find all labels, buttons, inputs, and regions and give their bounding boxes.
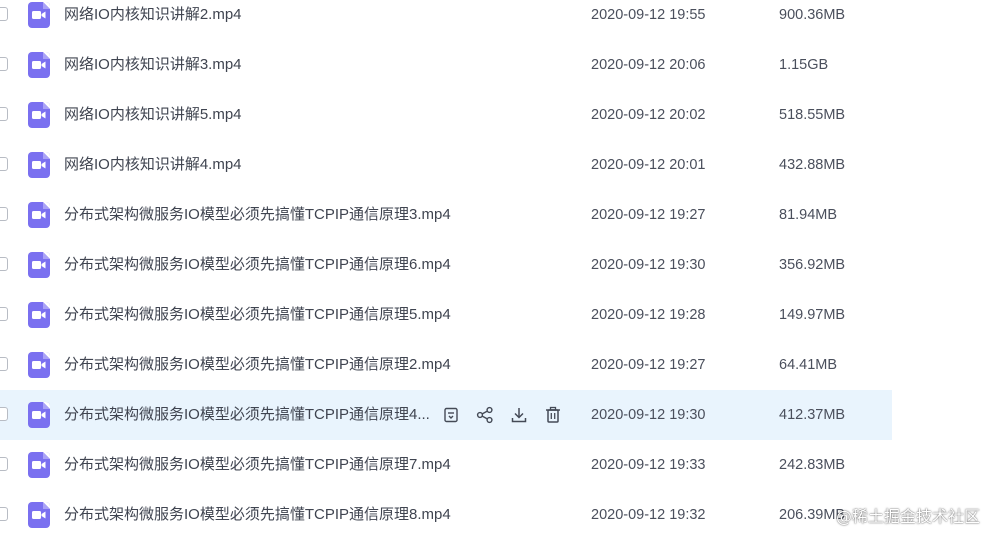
video-file-icon — [28, 202, 50, 228]
modified-time: 2020-09-12 19:32 — [591, 507, 706, 523]
download-icon[interactable] — [509, 405, 529, 425]
file-name[interactable]: 分布式架构微服务IO模型必须先搞懂TCPIP通信原理2.mp4 — [64, 340, 451, 390]
file-row[interactable]: 网络IO内核知识讲解3.mp4 2020-09-12 20:06 1.15GB — [0, 40, 892, 90]
file-row[interactable]: 分布式架构微服务IO模型必须先搞懂TCPIP通信原理5.mp4 2020-09-1… — [0, 290, 892, 340]
file-row[interactable]: 网络IO内核知识讲解2.mp4 2020-09-12 19:55 900.36MB — [0, 0, 892, 40]
video-file-icon — [28, 252, 50, 278]
row-checkbox[interactable] — [0, 7, 8, 21]
file-name[interactable]: 分布式架构微服务IO模型必须先搞懂TCPIP通信原理8.mp4 — [64, 490, 451, 533]
file-name[interactable]: 网络IO内核知识讲解2.mp4 — [64, 0, 242, 40]
file-row[interactable]: 分布式架构微服务IO模型必须先搞懂TCPIP通信原理2.mp4 2020-09-1… — [0, 340, 892, 390]
share-icon[interactable] — [475, 405, 495, 425]
file-size: 149.97MB — [779, 307, 846, 323]
file-size: 356.92MB — [779, 257, 846, 273]
file-name[interactable]: 分布式架构微服务IO模型必须先搞懂TCPIP通信原理6.mp4 — [64, 240, 451, 290]
row-checkbox[interactable] — [0, 507, 8, 521]
file-row[interactable]: 网络IO内核知识讲解4.mp4 2020-09-12 20:01 432.88MB — [0, 140, 892, 190]
file-size: 412.37MB — [779, 407, 846, 423]
file-name[interactable]: 网络IO内核知识讲解5.mp4 — [64, 90, 242, 140]
file-row[interactable]: 分布式架构微服务IO模型必须先搞懂TCPIP通信原理3.mp4 2020-09-1… — [0, 190, 892, 240]
modified-time: 2020-09-12 20:06 — [591, 57, 706, 73]
row-checkbox[interactable] — [0, 257, 8, 271]
modified-time: 2020-09-12 19:33 — [591, 457, 706, 473]
row-checkbox[interactable] — [0, 457, 8, 471]
file-name[interactable]: 分布式架构微服务IO模型必须先搞懂TCPIP通信原理3.mp4 — [64, 190, 451, 240]
row-checkbox[interactable] — [0, 307, 8, 321]
file-row[interactable]: 网络IO内核知识讲解5.mp4 2020-09-12 20:02 518.55MB — [0, 90, 892, 140]
file-row[interactable]: 分布式架构微服务IO模型必须先搞懂TCPIP通信原理8.mp4 2020-09-1… — [0, 490, 892, 533]
row-checkbox[interactable] — [0, 107, 8, 121]
file-size: 81.94MB — [779, 207, 838, 223]
file-name[interactable]: 分布式架构微服务IO模型必须先搞懂TCPIP通信原理4... — [64, 390, 430, 440]
row-checkbox[interactable] — [0, 357, 8, 371]
row-checkbox[interactable] — [0, 57, 8, 71]
file-size: 900.36MB — [779, 7, 846, 23]
file-size: 1.15GB — [779, 57, 829, 73]
video-file-icon — [28, 102, 50, 128]
modified-time: 2020-09-12 20:02 — [591, 107, 706, 123]
video-file-icon — [28, 502, 50, 528]
video-file-icon — [28, 302, 50, 328]
video-file-icon — [28, 402, 50, 428]
file-size: 64.41MB — [779, 357, 838, 373]
modified-time: 2020-09-12 19:30 — [591, 407, 706, 423]
video-file-icon — [28, 352, 50, 378]
file-name[interactable]: 分布式架构微服务IO模型必须先搞懂TCPIP通信原理7.mp4 — [64, 440, 451, 490]
file-size: 432.88MB — [779, 157, 846, 173]
modified-time: 2020-09-12 20:01 — [591, 157, 706, 173]
video-file-icon — [28, 52, 50, 78]
row-checkbox[interactable] — [0, 407, 8, 421]
modified-time: 2020-09-12 19:27 — [591, 357, 706, 373]
file-name[interactable]: 网络IO内核知识讲解3.mp4 — [64, 40, 242, 90]
watermark: @稀土掘金技术社区 — [836, 507, 981, 526]
video-file-icon — [28, 152, 50, 178]
file-row[interactable]: 分布式架构微服务IO模型必须先搞懂TCPIP通信原理7.mp4 2020-09-1… — [0, 440, 892, 490]
file-row[interactable]: 分布式架构微服务IO模型必须先搞懂TCPIP通信原理4... 2020-09-12… — [0, 390, 892, 440]
modified-time: 2020-09-12 19:55 — [591, 7, 706, 23]
file-list: 网络IO内核知识讲解2.mp4 2020-09-12 19:55 900.36MB 网… — [0, 0, 998, 533]
save-to-folder-icon[interactable] — [441, 405, 461, 425]
row-actions — [441, 390, 577, 440]
file-row[interactable]: 分布式架构微服务IO模型必须先搞懂TCPIP通信原理6.mp4 2020-09-1… — [0, 240, 892, 290]
modified-time: 2020-09-12 19:28 — [591, 307, 706, 323]
file-size: 518.55MB — [779, 107, 846, 123]
video-file-icon — [28, 452, 50, 478]
row-checkbox[interactable] — [0, 157, 8, 171]
modified-time: 2020-09-12 19:30 — [591, 257, 706, 273]
file-name[interactable]: 网络IO内核知识讲解4.mp4 — [64, 140, 242, 190]
file-size: 242.83MB — [779, 457, 846, 473]
row-checkbox[interactable] — [0, 207, 8, 221]
modified-time: 2020-09-12 19:27 — [591, 207, 706, 223]
delete-icon[interactable] — [543, 405, 563, 425]
video-file-icon — [28, 2, 50, 28]
file-name[interactable]: 分布式架构微服务IO模型必须先搞懂TCPIP通信原理5.mp4 — [64, 290, 451, 340]
